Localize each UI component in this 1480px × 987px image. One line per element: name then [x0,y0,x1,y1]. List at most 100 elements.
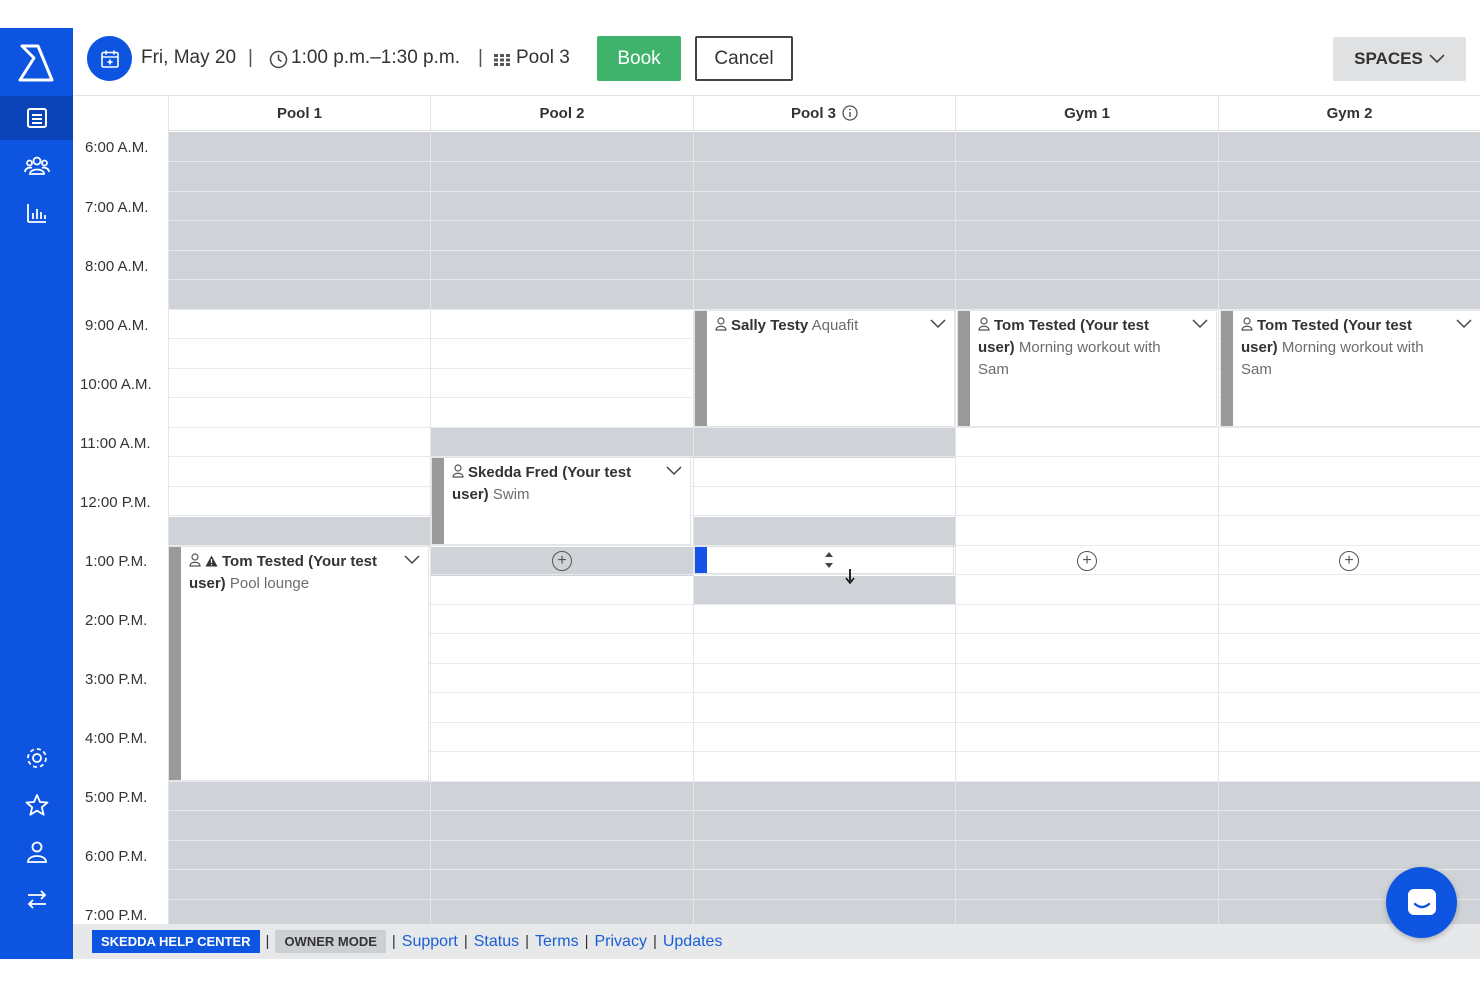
schedule-grid: Pool 1 Pool 2 Pool 3 Gym 1 Gym 2 6:00 A.… [73,96,1480,924]
selected-slot-pool3[interactable] [695,547,953,573]
privacy-link[interactable]: Privacy [594,933,646,951]
time-label: 4:00 P.M. [85,730,148,747]
footer-bar: SKEDDA HELP CENTER | OWNER MODE | Suppor… [73,924,1480,959]
info-icon[interactable] [842,105,858,121]
time-label: 7:00 P.M. [85,907,148,924]
grid-line [168,869,1480,870]
column-header-pool-1[interactable]: Pool 1 [168,96,430,131]
nav-reports-icon[interactable] [0,191,73,235]
clock-icon [269,50,288,69]
time-label: 2:00 P.M. [85,612,148,629]
booking-pool1-tom[interactable]: Tom Tested (Your test user) Pool lounge [169,547,428,780]
time-label: 9:00 A.M. [85,317,149,334]
nav-booking-list-icon[interactable] [0,96,73,140]
closed-block-pool3-130 [693,576,955,605]
grid-line [168,810,1480,811]
grid-line [168,515,1480,516]
column-label: Pool 1 [276,104,322,122]
grid-line [168,781,1480,782]
chevron-down-icon[interactable] [666,466,682,476]
cursor-icon [845,569,855,584]
time-label: 6:00 P.M. [85,848,148,865]
grid-line [168,161,1480,162]
add-booking-icon-gym2[interactable]: + [1339,551,1359,571]
nav-users-icon[interactable] [0,144,73,188]
grid-line [168,191,1480,192]
chevron-down-icon[interactable] [930,319,946,329]
booking-owner: Skedda Fred (Your test user) [452,464,632,503]
column-label: Gym 2 [1326,104,1373,122]
grid-line [168,309,1480,310]
updates-link[interactable]: Updates [663,933,723,951]
selected-time-range: 1:00 p.m.–1:30 p.m. [291,47,460,68]
closed-block-pool1-1230 [168,517,430,547]
booking-gym1-tom[interactable]: Tom Tested (Your test user) Morning work… [958,311,1216,426]
footer-separator: | [265,933,270,950]
column-header-pool-2[interactable]: Pool 2 [430,96,693,131]
grid-col-line [168,131,169,924]
time-label: 6:00 A.M. [85,139,149,156]
time-label: 7:00 A.M. [85,199,149,216]
footer-separator: | [463,933,468,950]
grid-line [168,456,1480,457]
cancel-button[interactable]: Cancel [695,36,793,81]
time-label: 1:00 P.M. [85,553,148,570]
time-label: 10:00 A.M. [80,376,152,393]
footer-separator: | [525,933,530,950]
person-icon [1241,317,1253,331]
grid-col-line [693,131,694,924]
profile-user-icon[interactable] [0,830,73,874]
person-icon [978,317,990,331]
spaces-dropdown[interactable]: SPACES [1333,37,1466,81]
grid-line [168,427,1480,428]
header-separator: | [478,47,483,68]
space-grid-icon [494,54,510,66]
booking-pool3-sally[interactable]: Sally Testy Aquafit [695,311,954,426]
selected-date: Fri, May 20 [141,47,237,68]
person-icon [189,553,201,567]
column-header-gym-2[interactable]: Gym 2 [1218,96,1480,131]
chat-bubble-icon [1407,888,1436,915]
header-separator: | [248,47,253,68]
booking-gym2-tom[interactable]: Tom Tested (Your test user) Morning work… [1221,311,1480,426]
selected-space: Pool 3 [516,47,570,68]
booking-owner: Sally Testy [731,317,809,334]
column-header-pool-3[interactable]: Pool 3 [693,96,955,131]
terms-link[interactable]: Terms [535,933,579,951]
person-icon [452,464,464,478]
time-label: 5:00 P.M. [85,789,148,806]
chat-launcher-button[interactable] [1386,867,1457,938]
add-booking-icon-pool2[interactable]: + [552,551,572,571]
grid-line [168,486,1480,487]
chevron-down-icon[interactable] [1192,319,1208,329]
add-booking-icon-gym1[interactable]: + [1077,551,1097,571]
skedda-logo[interactable] [14,40,58,84]
booking-title: Pool lounge [229,575,310,592]
support-link[interactable]: Support [402,933,458,951]
settings-gear-icon[interactable] [0,736,73,780]
time-label: 11:00 A.M. [80,435,151,452]
book-button[interactable]: Book [597,36,681,81]
switch-venue-icon[interactable] [0,877,73,921]
grid-line [168,220,1480,221]
grid-col-line [955,131,956,924]
calendar-plus-icon [100,50,119,68]
status-link[interactable]: Status [474,933,519,951]
favorites-star-icon[interactable] [0,783,73,827]
owner-mode-badge[interactable]: OWNER MODE [275,930,386,953]
help-center-link[interactable]: SKEDDA HELP CENTER [92,930,260,953]
calendar-button[interactable] [87,36,132,81]
column-label: Gym 1 [1064,104,1110,122]
chevron-down-icon[interactable] [1456,319,1472,329]
booking-pool2-fred[interactable]: Skedda Fred (Your test user) Swim [432,458,690,544]
booking-toolbar: Fri, May 20 | 1:00 p.m.–1:30 p.m. | Pool… [73,28,1480,96]
app-window: Fri, May 20 | 1:00 p.m.–1:30 p.m. | Pool… [0,28,1480,959]
column-header-gym-1[interactable]: Gym 1 [955,96,1218,131]
time-label: 12:00 P.M. [80,494,151,511]
booking-title: Aquafit [811,317,859,334]
resize-handle-icon[interactable] [823,548,835,572]
time-label: 8:00 A.M. [85,258,149,275]
sidebar [0,28,73,959]
time-label: 3:00 P.M. [85,671,148,688]
chevron-down-icon[interactable] [404,555,420,565]
